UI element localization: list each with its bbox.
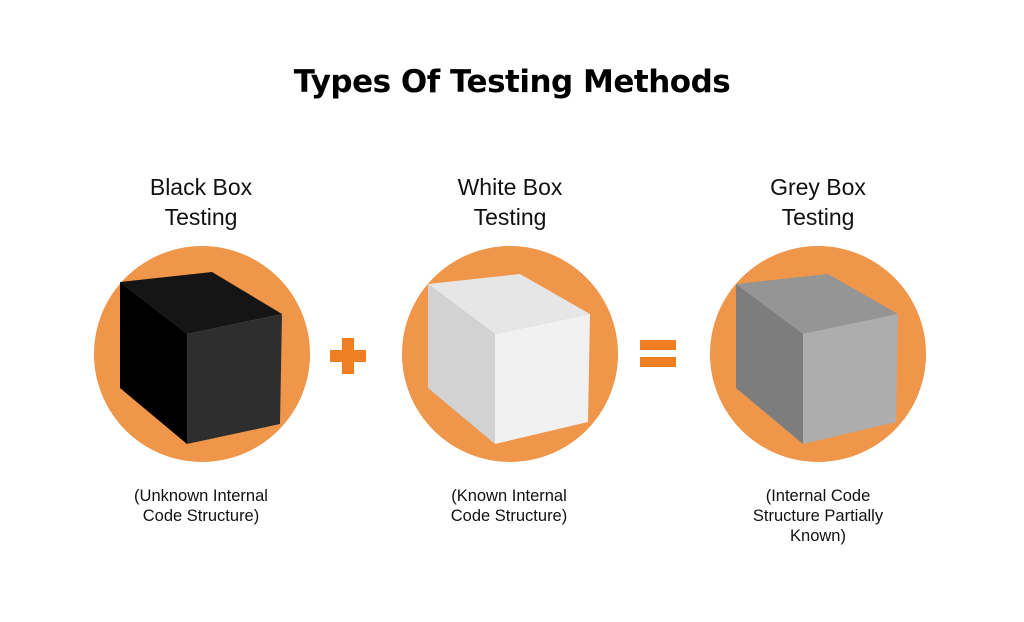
method-label: White Box Testing <box>380 172 640 232</box>
desc-line1: (Internal Code <box>765 487 871 505</box>
grey-box-cube-icon <box>710 246 926 462</box>
desc-line1: (Known Internal <box>451 487 567 505</box>
method-label-line2: Testing <box>164 204 238 230</box>
desc-line2: Code Structure) <box>450 507 568 525</box>
white-box-cube-icon <box>402 246 618 462</box>
cube-front-face <box>803 314 898 444</box>
equals-icon <box>640 340 676 367</box>
cube-front-face <box>495 314 590 444</box>
method-label-line1: Black Box <box>149 174 253 200</box>
method-label: Black Box Testing <box>71 172 331 232</box>
cube-front-face <box>187 314 282 444</box>
method-label-line2: Testing <box>473 204 547 230</box>
black-box-cube-icon <box>94 246 310 462</box>
method-label-line2: Testing <box>781 204 855 230</box>
desc-line3: Known) <box>790 527 846 545</box>
diagram-title: Types Of Testing Methods <box>293 64 731 100</box>
method-description: (Known Internal Code Structure) <box>379 486 639 526</box>
desc-line2: Structure Partially <box>752 507 884 525</box>
method-description: (Internal Code Structure Partially Known… <box>688 486 948 546</box>
method-label: Grey Box Testing <box>688 172 948 232</box>
method-description: (Unknown Internal Code Structure) <box>71 486 331 526</box>
plus-icon <box>330 338 366 374</box>
method-label-line1: White Box <box>457 174 563 200</box>
method-label-line1: Grey Box <box>770 174 866 200</box>
desc-line1: (Unknown Internal <box>134 487 268 505</box>
desc-line2: Code Structure) <box>142 507 260 525</box>
